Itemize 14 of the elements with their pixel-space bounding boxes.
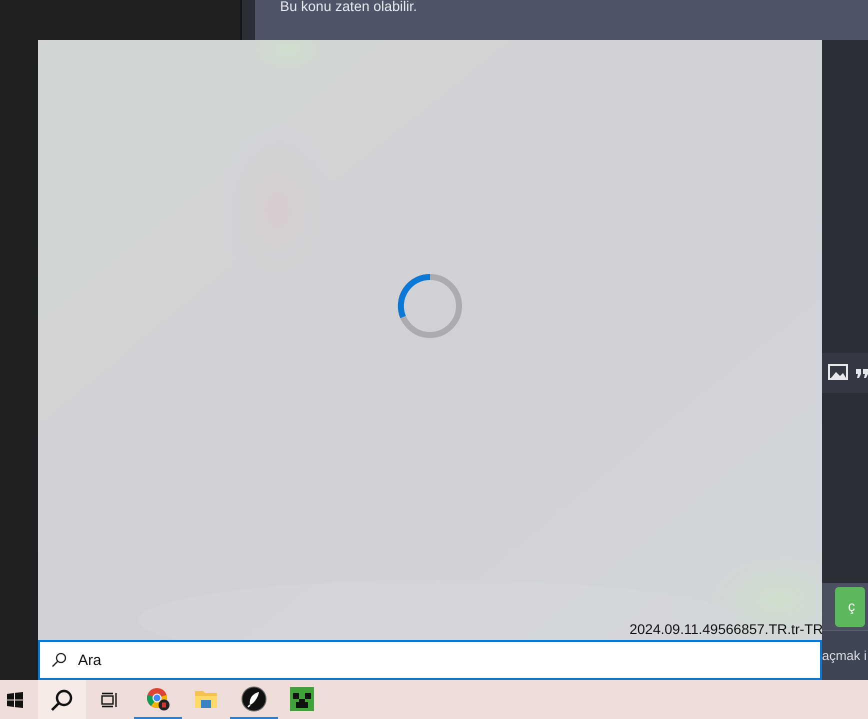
search-field[interactable]: Ara <box>38 640 822 680</box>
footer-text: açmak i <box>822 646 867 665</box>
search-icon <box>51 652 67 668</box>
creeper-icon <box>290 686 314 710</box>
image-icon <box>828 364 850 382</box>
notice-text: Bu konu zaten olabilir. <box>280 0 417 13</box>
browser-icon <box>146 686 170 710</box>
submit-button[interactable]: ç <box>835 586 865 626</box>
search-icon <box>50 688 74 712</box>
windows-icon <box>7 692 23 708</box>
quote-icon <box>856 368 868 378</box>
task-view-icon <box>101 692 119 708</box>
search-button[interactable] <box>38 680 86 719</box>
feather-icon <box>241 686 267 712</box>
